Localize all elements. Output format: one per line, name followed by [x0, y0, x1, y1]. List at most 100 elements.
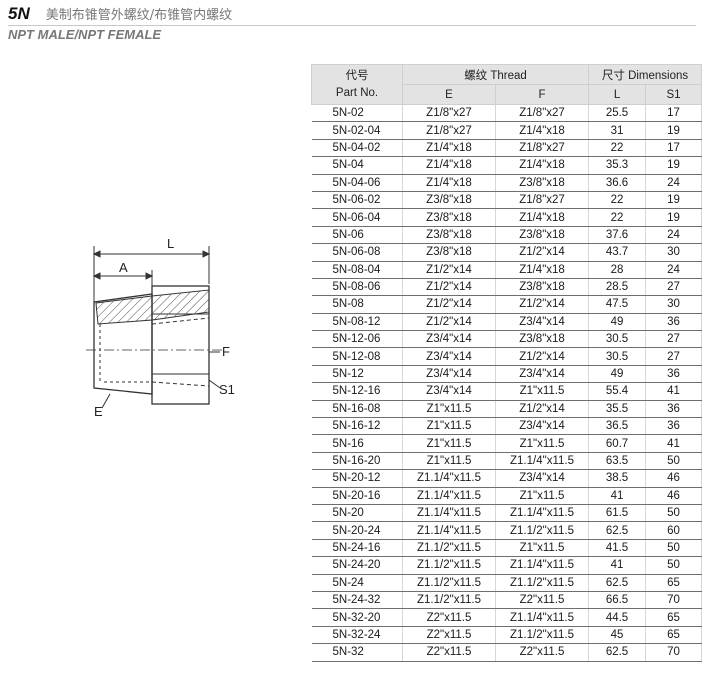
cell-dim-s1: 41 [645, 434, 703, 453]
cell-thread-f: Z1/4"x18 [494, 208, 589, 227]
cell-dim-l: 44.5 [588, 608, 646, 627]
cell-thread-f: Z3/8"x18 [494, 278, 589, 297]
cell-dim-l: 63.5 [588, 452, 646, 471]
cell-part-no: 5N-24-20 [311, 556, 403, 575]
label-A: A [119, 260, 128, 275]
cell-dim-l: 62.5 [588, 521, 646, 540]
cell-dim-s1: 41 [645, 382, 703, 401]
table-row: 5N-08-06 Z1/2"x14 Z3/8"x18 28.5 27 [311, 278, 703, 297]
table-row: 5N-12 Z3/4"x14 Z3/4"x14 49 36 [311, 365, 703, 384]
label-S1: S1 [219, 382, 235, 397]
cell-dim-l: 62.5 [588, 574, 646, 592]
cell-dim-l: 22 [588, 139, 646, 158]
cell-dim-s1: 19 [645, 208, 703, 227]
cell-dim-s1: 36 [645, 417, 703, 436]
cell-part-no: 5N-16-12 [311, 417, 403, 436]
header-F: F [494, 84, 590, 105]
cell-part-no: 5N-12-08 [311, 347, 403, 366]
cell-dim-s1: 70 [645, 591, 703, 610]
cell-thread-e: Z1.1/2"x11.5 [402, 591, 496, 610]
cell-dim-s1: 27 [645, 330, 703, 349]
specification-table: 代号 Part No. 螺纹 Thread 尺寸 Dimensions E F … [311, 64, 703, 662]
header-part-no: 代号 Part No. [311, 64, 403, 105]
cell-part-no: 5N-20 [311, 504, 403, 523]
cell-dim-l: 41 [588, 556, 646, 575]
cell-thread-f: Z1"x11.5 [494, 382, 589, 401]
cell-thread-f: Z1/2"x14 [494, 347, 589, 366]
cell-thread-e: Z1.1/4"x11.5 [402, 504, 496, 523]
cell-dim-s1: 24 [645, 261, 703, 279]
cell-dim-s1: 65 [645, 626, 703, 645]
table-row: 5N-24-20 Z1.1/2"x11.5 Z1.1/4"x11.5 41 50 [311, 556, 703, 575]
cell-dim-l: 30.5 [588, 347, 646, 366]
cell-thread-e: Z2"x11.5 [402, 626, 496, 645]
cell-dim-l: 41 [588, 487, 646, 505]
table-row: 5N-16-20 Z1"x11.5 Z1.1/4"x11.5 63.5 50 [311, 452, 703, 471]
cell-thread-f: Z1.1/2"x11.5 [494, 521, 589, 540]
cell-dim-s1: 60 [645, 521, 703, 540]
cell-part-no: 5N-06 [311, 226, 403, 245]
table-row: 5N-08-12 Z1/2"x14 Z3/4"x14 49 36 [311, 313, 703, 332]
cell-thread-e: Z3/4"x14 [402, 330, 496, 349]
table-row: 5N-06-02 Z3/8"x18 Z1/8"x27 22 19 [311, 191, 703, 210]
cell-thread-e: Z1/2"x14 [402, 278, 496, 297]
cell-dim-s1: 65 [645, 608, 703, 627]
table-row: 5N-32-24 Z2"x11.5 Z1.1/2"x11.5 45 65 [311, 626, 703, 645]
cell-dim-s1: 65 [645, 574, 703, 592]
cell-dim-l: 55.4 [588, 382, 646, 401]
cell-thread-f: Z1/8"x27 [494, 104, 589, 123]
table-row: 5N-32-20 Z2"x11.5 Z1.1/4"x11.5 44.5 65 [311, 608, 703, 627]
cell-thread-e: Z2"x11.5 [402, 643, 496, 662]
cell-thread-e: Z1.1/4"x11.5 [402, 521, 496, 540]
cell-thread-e: Z1.1/4"x11.5 [402, 469, 496, 488]
table-row: 5N-06 Z3/8"x18 Z3/8"x18 37.6 24 [311, 226, 703, 245]
cell-dim-s1: 17 [645, 139, 703, 158]
cell-thread-f: Z2"x11.5 [494, 591, 589, 610]
cell-thread-e: Z1/4"x18 [402, 174, 496, 192]
cell-thread-f: Z1.1/2"x11.5 [494, 626, 589, 645]
cell-thread-e: Z1/2"x14 [402, 313, 496, 332]
cell-thread-e: Z1.1/2"x11.5 [402, 556, 496, 575]
cell-dim-l: 61.5 [588, 504, 646, 523]
table-row: 5N-04-06 Z1/4"x18 Z3/8"x18 36.6 24 [311, 174, 703, 192]
cell-thread-f: Z1/4"x18 [494, 261, 589, 279]
cell-thread-f: Z2"x11.5 [494, 643, 589, 662]
cell-part-no: 5N-08-06 [311, 278, 403, 297]
cell-thread-f: Z3/4"x14 [494, 313, 589, 332]
title-english: NPT MALE/NPT FEMALE [8, 27, 162, 42]
header-S1: S1 [645, 84, 703, 105]
cell-dim-l: 36.5 [588, 417, 646, 436]
header-dimensions: 尺寸 Dimensions [588, 64, 703, 85]
cell-thread-e: Z1/2"x14 [402, 295, 496, 314]
product-code: 5N [8, 4, 30, 23]
cell-thread-e: Z3/8"x18 [402, 191, 496, 210]
cell-dim-l: 38.5 [588, 469, 646, 488]
table-row: 5N-04-02 Z1/4"x18 Z1/8"x27 22 17 [311, 139, 703, 158]
cell-dim-s1: 19 [645, 191, 703, 210]
cell-dim-l: 66.5 [588, 591, 646, 610]
cell-dim-l: 49 [588, 365, 646, 384]
cell-thread-e: Z1/8"x27 [402, 104, 496, 123]
header-part-cn: 代号 [345, 69, 369, 82]
cell-part-no: 5N-20-16 [311, 487, 403, 505]
cell-dim-l: 28 [588, 261, 646, 279]
cell-part-no: 5N-08 [311, 295, 403, 314]
cell-part-no: 5N-12-06 [311, 330, 403, 349]
cell-part-no: 5N-16-08 [311, 400, 403, 419]
header-L: L [588, 84, 647, 105]
cell-part-no: 5N-04 [311, 156, 403, 175]
cell-thread-f: Z1/2"x14 [494, 243, 589, 262]
cell-dim-l: 45 [588, 626, 646, 645]
cell-part-no: 5N-24-32 [311, 591, 403, 610]
cell-part-no: 5N-08-04 [311, 261, 403, 279]
cell-dim-l: 35.3 [588, 156, 646, 175]
cell-dim-l: 36.6 [588, 174, 646, 192]
cell-part-no: 5N-02 [311, 104, 403, 123]
cell-thread-f: Z3/8"x18 [494, 330, 589, 349]
cell-thread-f: Z1/8"x27 [494, 139, 589, 158]
cell-dim-s1: 27 [645, 278, 703, 297]
cell-dim-l: 47.5 [588, 295, 646, 314]
cell-dim-l: 37.6 [588, 226, 646, 245]
fitting-drawing: L A F S1 E [86, 236, 235, 419]
cell-part-no: 5N-12-16 [311, 382, 403, 401]
